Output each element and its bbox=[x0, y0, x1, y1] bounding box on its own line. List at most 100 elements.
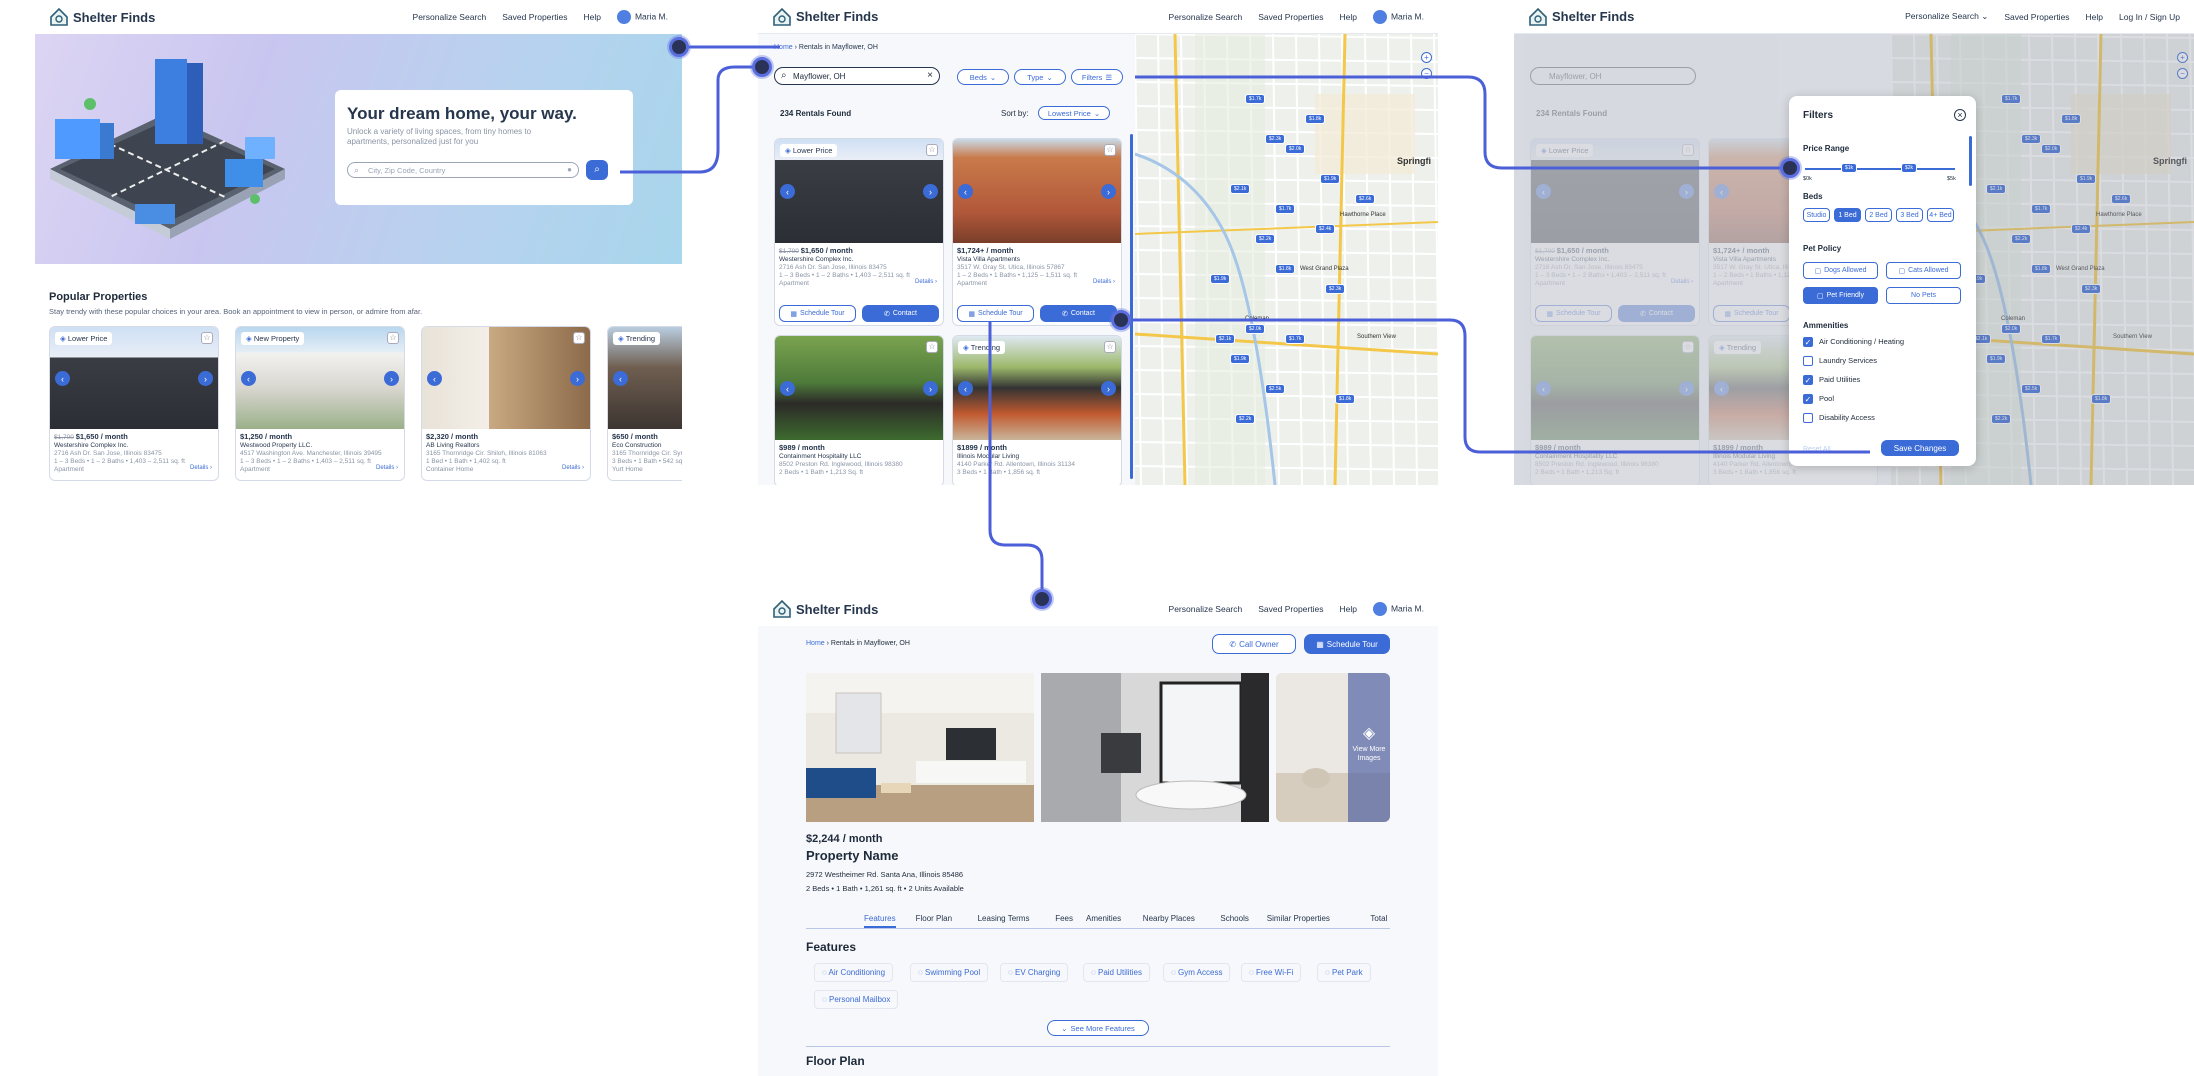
nav-login[interactable]: Log In / Sign Up bbox=[2119, 12, 2180, 22]
tab-similar-properties[interactable]: Similar Properties bbox=[1267, 914, 1330, 923]
nav-personalize-search[interactable]: Personalize Search ⌄ bbox=[1905, 11, 1988, 22]
living-room-photo[interactable] bbox=[806, 673, 1034, 822]
see-more-features-button[interactable]: ⌄ See More Features bbox=[1047, 1020, 1149, 1036]
favorite-star-icon[interactable]: ☆ bbox=[201, 332, 213, 344]
favorite-star-icon[interactable]: ☆ bbox=[1104, 341, 1116, 353]
contact-button[interactable]: ✆Contact bbox=[1040, 305, 1117, 322]
tab-fees[interactable]: Fees bbox=[1055, 914, 1073, 923]
hero-search-input[interactable]: ⌕ City, Zip Code, Country ● bbox=[347, 162, 579, 178]
map-canvas[interactable] bbox=[1134, 33, 1438, 485]
user-menu[interactable]: Maria M. bbox=[616, 10, 668, 24]
tab-total[interactable]: Total bbox=[1370, 914, 1387, 923]
results-scrollbar[interactable] bbox=[1130, 134, 1133, 479]
details-link[interactable]: Details › bbox=[1093, 279, 1115, 285]
tab-floor-plan[interactable]: Floor Plan bbox=[916, 914, 952, 923]
schedule-tour-button[interactable]: ▦ Schedule Tour bbox=[957, 305, 1034, 322]
prev-arrow-icon[interactable]: ‹ bbox=[780, 381, 795, 396]
next-arrow-icon[interactable]: › bbox=[1101, 184, 1116, 199]
pet-option[interactable]: ▢ Pet Friendly bbox=[1803, 287, 1878, 304]
amenity-checkbox-row[interactable]: ✓ Air Conditioning / Heating bbox=[1803, 337, 1904, 348]
breadcrumb-home[interactable]: Home bbox=[774, 44, 793, 51]
checked-box-icon[interactable]: ✓ bbox=[1803, 375, 1813, 386]
favorite-star-icon[interactable]: ☆ bbox=[1104, 144, 1116, 156]
nav-help[interactable]: Help bbox=[1339, 604, 1356, 614]
location-search-input[interactable]: ⌕ Mayflower, OH × bbox=[774, 67, 940, 85]
prev-arrow-icon[interactable]: ‹ bbox=[613, 371, 628, 386]
property-photo[interactable] bbox=[422, 327, 590, 429]
popular-property-card[interactable]: ◈ Trending☆‹›$650 / monthEco Constructio… bbox=[607, 326, 682, 481]
price-slider[interactable] bbox=[1805, 168, 1955, 170]
details-link[interactable]: Details › bbox=[190, 465, 212, 471]
property-photo[interactable] bbox=[775, 336, 943, 440]
map-price-pin[interactable]: $1.8k bbox=[1275, 264, 1296, 274]
prev-arrow-icon[interactable]: ‹ bbox=[241, 371, 256, 386]
favorite-star-icon[interactable]: ☆ bbox=[573, 332, 585, 344]
map-price-pin[interactable]: $2.1k bbox=[1230, 184, 1251, 194]
popular-property-card[interactable]: ◈ Lower Price ☆ ‹ › $1,700 $1,650 / month Wes… bbox=[49, 326, 219, 481]
map-price-pin[interactable]: $1.7k bbox=[1245, 94, 1266, 104]
nav-saved-properties[interactable]: Saved Properties bbox=[1258, 12, 1323, 22]
map-price-pin[interactable]: $2.2k bbox=[1255, 234, 1276, 244]
tab-leasing-terms[interactable]: Leasing Terms bbox=[978, 914, 1030, 923]
zoom-in-icon[interactable]: + bbox=[1421, 52, 1432, 63]
type-dropdown[interactable]: Type ⌄ bbox=[1014, 69, 1066, 85]
amenity-checkbox-row[interactable]: Laundry Services bbox=[1803, 356, 1877, 367]
nav-help[interactable]: Help bbox=[1339, 12, 1356, 22]
zoom-out-icon[interactable]: − bbox=[1421, 68, 1432, 79]
next-arrow-icon[interactable]: › bbox=[198, 371, 213, 386]
checked-box-icon[interactable]: ✓ bbox=[1803, 337, 1813, 348]
beds-dropdown[interactable]: Beds ⌄ bbox=[957, 69, 1009, 85]
map-price-pin[interactable]: $2.6k bbox=[1355, 194, 1376, 204]
map-price-pin[interactable]: $2.4k bbox=[1315, 224, 1336, 234]
amenity-checkbox-row[interactable]: ✓ Paid Utilities bbox=[1803, 375, 1860, 386]
map-price-pin[interactable]: $1.9k bbox=[1320, 174, 1341, 184]
hero-search-button[interactable]: ⌕ bbox=[586, 160, 608, 180]
view-more-images-tile[interactable]: ◈ View More Images bbox=[1276, 673, 1390, 822]
filters-button[interactable]: Filters ☰ bbox=[1071, 69, 1123, 85]
user-menu[interactable]: Maria M. bbox=[1372, 9, 1424, 24]
map-price-pin[interactable]: $1.9k bbox=[1210, 274, 1231, 284]
prev-arrow-icon[interactable]: ‹ bbox=[55, 371, 70, 386]
nav-saved-properties[interactable]: Saved Properties bbox=[1258, 604, 1323, 614]
map-price-pin[interactable]: $2.3k bbox=[1325, 284, 1346, 294]
map-price-pin[interactable]: $2.0k bbox=[1285, 144, 1306, 154]
beds-option[interactable]: 4+ Bed bbox=[1927, 208, 1954, 222]
brand-logo[interactable]: Shelter Finds bbox=[772, 599, 1169, 619]
tab-schools[interactable]: Schools bbox=[1220, 914, 1248, 923]
map-price-pin[interactable]: $1.7k bbox=[1275, 204, 1296, 214]
brand-logo[interactable]: Shelter Finds bbox=[1528, 7, 1905, 27]
nav-personalize-search[interactable]: Personalize Search bbox=[1169, 12, 1243, 22]
call-owner-button[interactable]: ✆ Call Owner bbox=[1212, 634, 1296, 654]
price-min-handle[interactable]: $1k bbox=[1841, 163, 1858, 173]
microphone-icon[interactable]: ● bbox=[567, 165, 572, 174]
nav-help[interactable]: Help bbox=[583, 12, 600, 22]
pet-option[interactable]: ▢ Cats Allowed bbox=[1886, 262, 1961, 279]
reset-link[interactable]: Reset All bbox=[1803, 446, 1831, 453]
favorite-star-icon[interactable]: ☆ bbox=[926, 341, 938, 353]
price-max-handle[interactable]: $2k bbox=[1901, 163, 1918, 173]
favorite-star-icon[interactable]: ☆ bbox=[387, 332, 399, 344]
nav-help[interactable]: Help bbox=[2086, 12, 2103, 22]
contact-button[interactable]: ✆Contact bbox=[862, 305, 939, 322]
brand-logo[interactable]: Shelter Finds bbox=[49, 7, 413, 27]
pet-option[interactable]: No Pets bbox=[1886, 287, 1961, 304]
next-arrow-icon[interactable]: › bbox=[923, 381, 938, 396]
details-link[interactable]: Details › bbox=[376, 465, 398, 471]
tab-amenities[interactable]: Amenities bbox=[1086, 914, 1121, 923]
popular-property-card[interactable]: ◈ New Property ☆ ‹ › $1,250 / month Westwood … bbox=[235, 326, 405, 481]
breadcrumb-home[interactable]: Home bbox=[806, 640, 825, 647]
modal-scrollbar[interactable] bbox=[1969, 136, 1972, 186]
nav-saved-properties[interactable]: Saved Properties bbox=[502, 12, 567, 22]
prev-arrow-icon[interactable]: ‹ bbox=[958, 381, 973, 396]
amenity-checkbox-row[interactable]: Disability Access bbox=[1803, 413, 1875, 424]
next-arrow-icon[interactable]: › bbox=[384, 371, 399, 386]
favorite-star-icon[interactable]: ☆ bbox=[926, 144, 938, 156]
next-arrow-icon[interactable]: › bbox=[570, 371, 585, 386]
map-price-pin[interactable]: $2.1k bbox=[1215, 334, 1236, 344]
beds-option[interactable]: 3 Bed bbox=[1896, 208, 1923, 222]
clear-icon[interactable]: × bbox=[927, 70, 933, 81]
details-link[interactable]: Details › bbox=[915, 279, 937, 285]
schedule-tour-button[interactable]: ▦ Schedule Tour bbox=[779, 305, 856, 322]
tab-nearby-places[interactable]: Nearby Places bbox=[1143, 914, 1195, 923]
map-price-pin[interactable]: $2.3k bbox=[1265, 134, 1286, 144]
